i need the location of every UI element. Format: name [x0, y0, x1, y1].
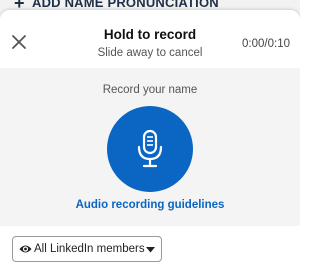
eye-icon	[19, 245, 32, 253]
record-prompt: Record your name	[102, 84, 198, 96]
sheet-header: Hold to record Slide away to cancel 0:00…	[0, 10, 300, 68]
record-sheet: Hold to record Slide away to cancel 0:00…	[0, 10, 300, 271]
record-button[interactable]	[107, 106, 193, 192]
microphone-icon	[137, 129, 163, 168]
visibility-selected: All LinkedIn members	[34, 243, 145, 255]
audio-guidelines-link[interactable]: Audio recording guidelines	[0, 199, 300, 211]
recording-screen: + ADD NAME PRONUNCIATION Hold to record …	[0, 0, 300, 271]
caret-down-icon	[146, 247, 155, 253]
sheet-footer: All LinkedIn members	[0, 226, 300, 271]
record-panel: Record your name Audio recording guideli…	[0, 68, 300, 226]
recording-timer: 0:00/0:10	[242, 38, 290, 50]
visibility-dropdown[interactable]: All LinkedIn members	[12, 236, 162, 262]
